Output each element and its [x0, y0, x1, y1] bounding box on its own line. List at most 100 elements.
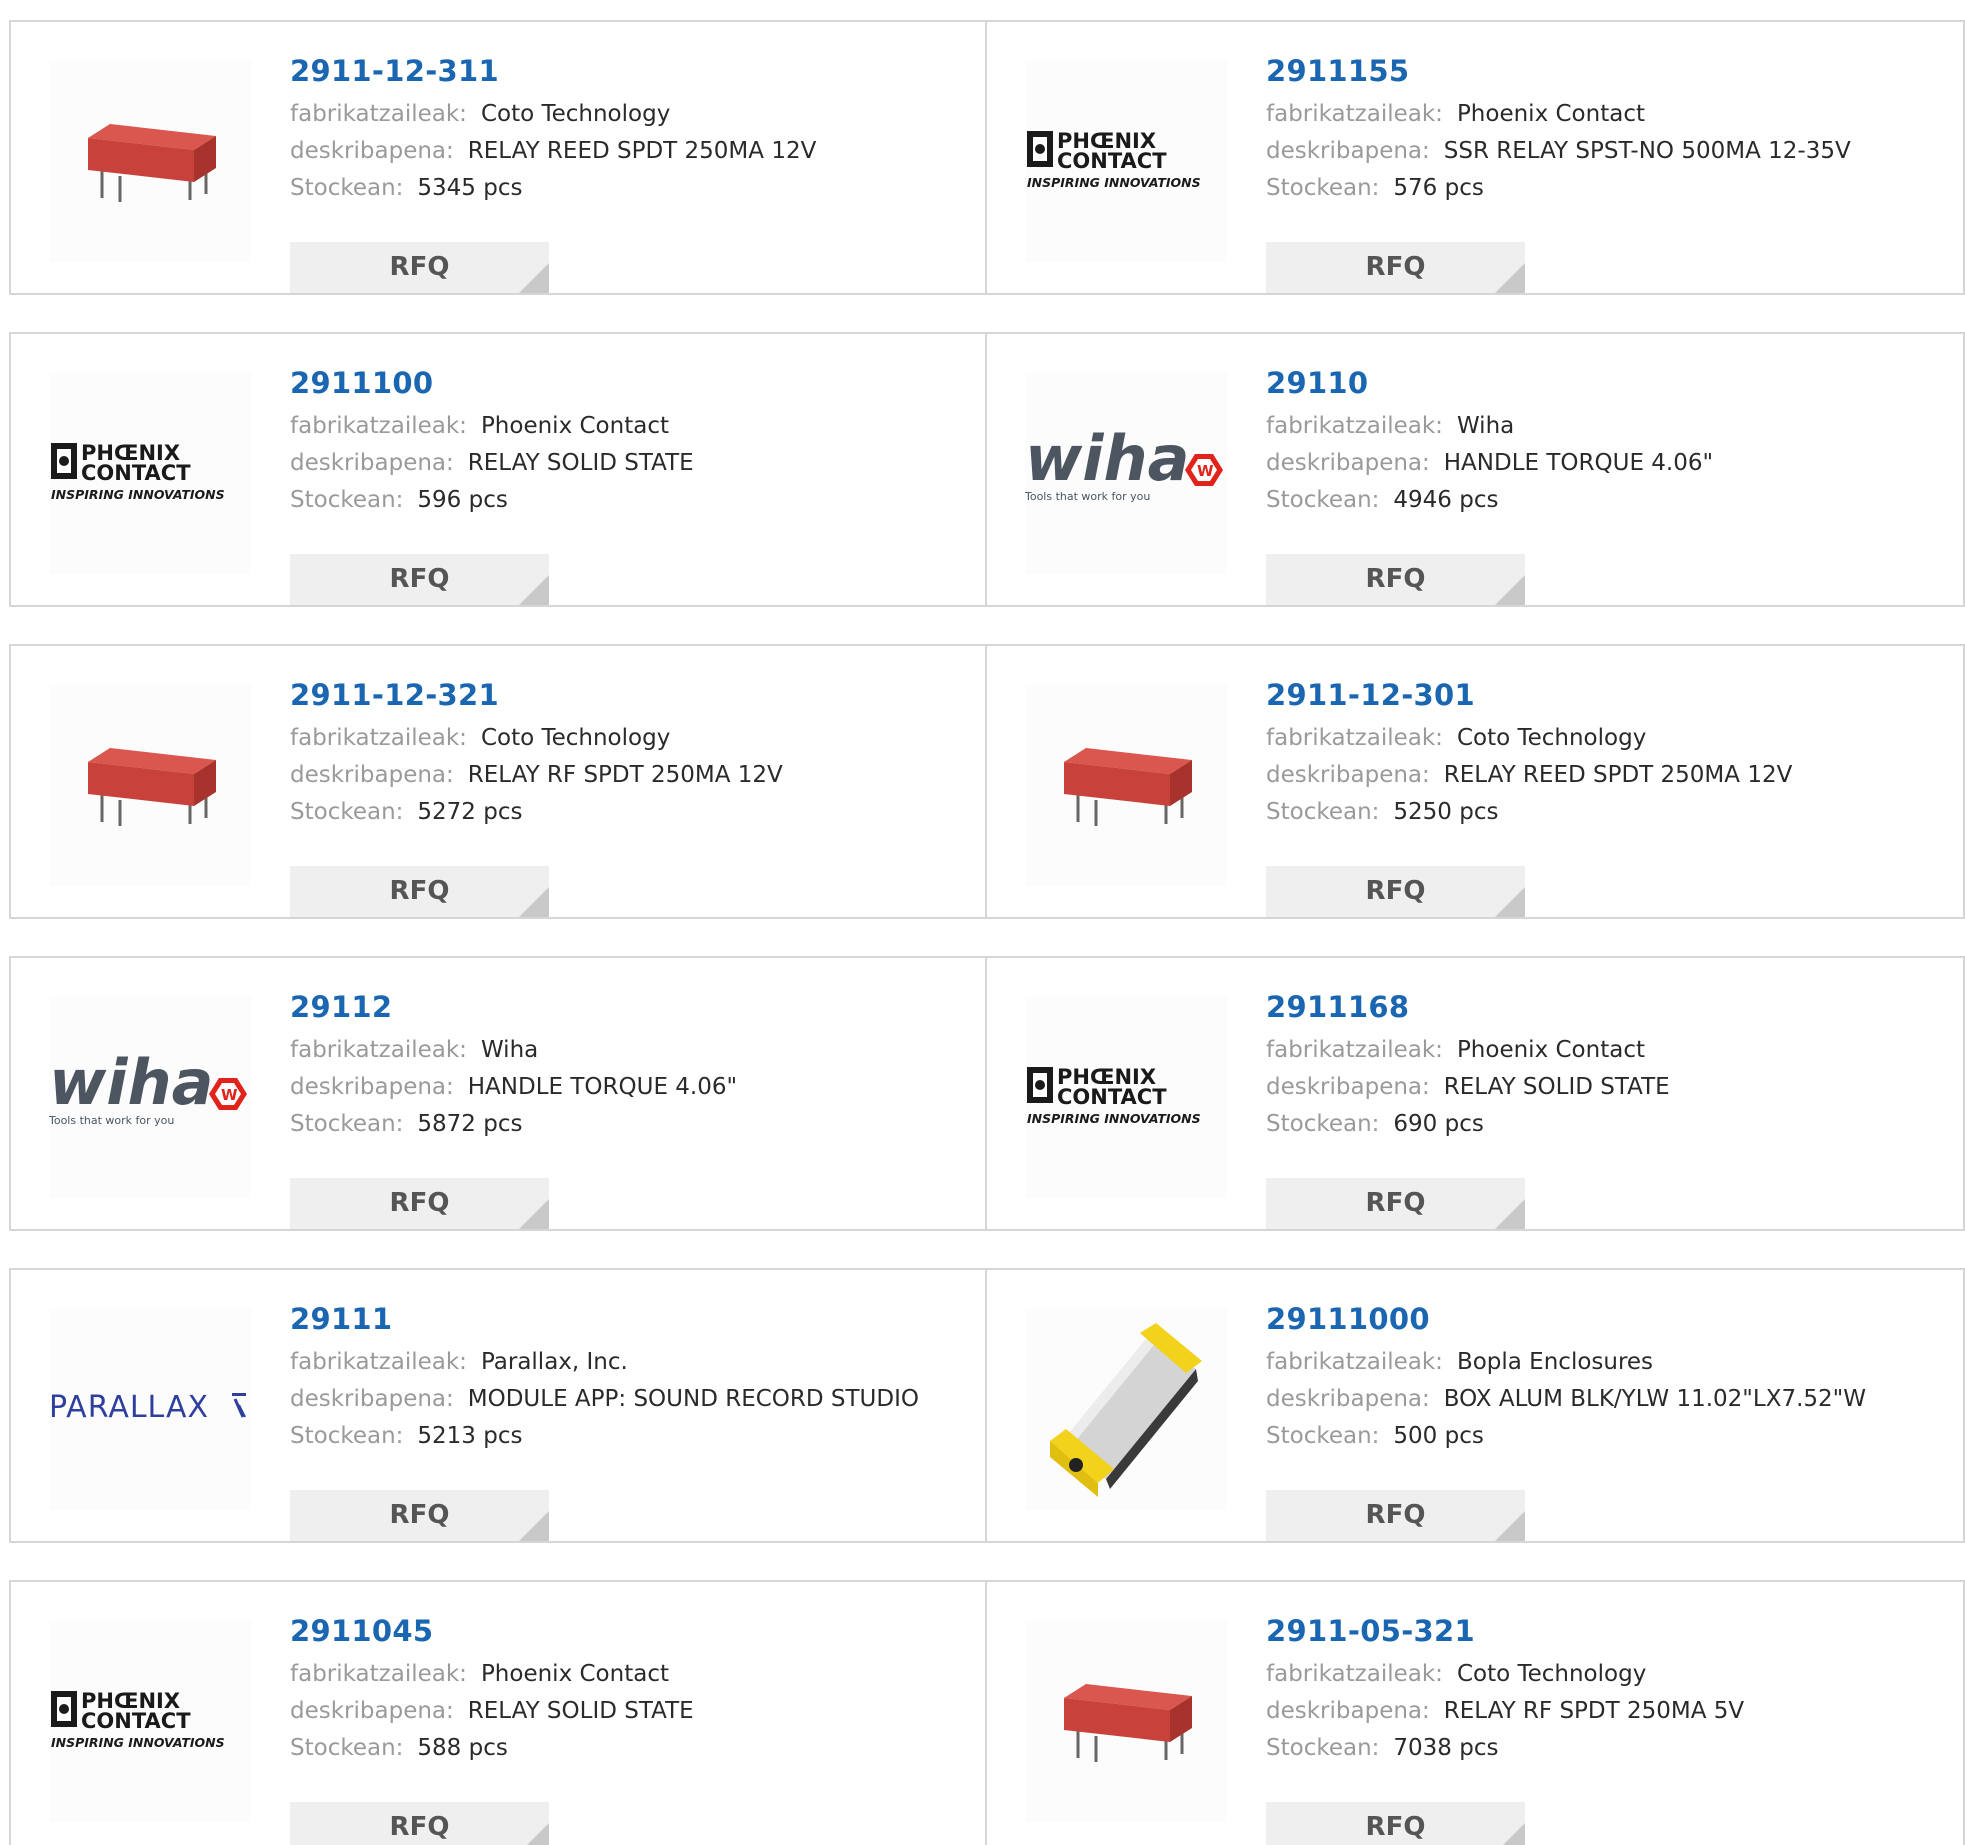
description-label: deskribapena: — [1266, 1074, 1430, 1100]
part-number-link[interactable]: 2911-12-321 — [290, 676, 965, 714]
svg-text:INSPIRING INNOVATIONS: INSPIRING INNOVATIONS — [51, 1735, 225, 1750]
rfq-label: RFQ — [1365, 564, 1426, 594]
parallax-logo[interactable]: PARALLAX — [49, 1308, 251, 1510]
stock-value: 5872 pcs — [417, 1111, 523, 1137]
product-grid: 2911-12-311 fabrikatzaileak: Coto Technol… — [0, 0, 1965, 1845]
product-card: PHŒNIX CONTACT INSPIRING INNOVATIONS 291… — [9, 1580, 987, 1845]
corner-triangle-icon — [519, 1511, 549, 1541]
corner-triangle-icon — [519, 1199, 549, 1229]
rfq-label: RFQ — [389, 1812, 450, 1842]
part-number-link[interactable]: 2911155 — [1266, 52, 1943, 90]
svg-text:wiha: wiha — [1025, 428, 1190, 495]
stock-label: Stockean: — [1266, 1423, 1380, 1449]
manufacturer-row: fabrikatzaileak: Wiha — [290, 1032, 965, 1069]
manufacturer-row: fabrikatzaileak: Bopla Enclosures — [1266, 1344, 1943, 1381]
manufacturer-label: fabrikatzaileak: — [1266, 1349, 1443, 1375]
manufacturer-value: Wiha — [1456, 413, 1515, 439]
manufacturer-value: Coto Technology — [1456, 1661, 1647, 1687]
description-label: deskribapena: — [1266, 1386, 1430, 1412]
manufacturer-label: fabrikatzaileak: — [290, 1349, 467, 1375]
stock-value: 4946 pcs — [1393, 487, 1499, 513]
manufacturer-value: Phoenix Contact — [1456, 1037, 1645, 1063]
manufacturer-row: fabrikatzaileak: Phoenix Contact — [1266, 1032, 1943, 1069]
reed-relay-image[interactable] — [1025, 684, 1227, 886]
description-value: MODULE APP: SOUND RECORD STUDIO — [467, 1386, 919, 1412]
phoenix-contact-logo[interactable]: PHŒNIX CONTACT INSPIRING INNOVATIONS — [1025, 60, 1227, 262]
stock-label: Stockean: — [290, 1111, 404, 1137]
corner-triangle-icon — [1495, 1511, 1525, 1541]
phoenix-contact-logo[interactable]: PHŒNIX CONTACT INSPIRING INNOVATIONS — [49, 1620, 251, 1822]
rfq-button[interactable]: RFQ — [1266, 554, 1525, 605]
description-value: RELAY REED SPDT 250MA 12V — [1443, 762, 1793, 788]
description-value: HANDLE TORQUE 4.06" — [1443, 450, 1714, 476]
stock-value: 7038 pcs — [1393, 1735, 1499, 1761]
phoenix-contact-logo[interactable]: PHŒNIX CONTACT INSPIRING INNOVATIONS — [49, 372, 251, 574]
product-row: PHŒNIX CONTACT INSPIRING INNOVATIONS 291… — [9, 1580, 1965, 1845]
rfq-button[interactable]: RFQ — [290, 242, 549, 293]
rfq-button[interactable]: RFQ — [290, 1490, 549, 1541]
part-number-link[interactable]: 29110 — [1266, 364, 1943, 402]
part-number-link[interactable]: 2911-12-301 — [1266, 676, 1943, 714]
stock-value: 5345 pcs — [417, 175, 523, 201]
part-number-link[interactable]: 29111000 — [1266, 1300, 1943, 1338]
rfq-button[interactable]: RFQ — [1266, 1178, 1525, 1229]
stock-value: 596 pcs — [417, 487, 508, 513]
corner-triangle-icon — [519, 1823, 549, 1845]
svg-text:CONTACT: CONTACT — [1057, 149, 1167, 173]
part-number-link[interactable]: 29111 — [290, 1300, 965, 1338]
description-row: deskribapena: MODULE APP: SOUND RECORD ST… — [290, 1381, 965, 1418]
corner-triangle-icon — [519, 575, 549, 605]
reed-relay-image[interactable] — [49, 684, 251, 886]
stock-value: 576 pcs — [1393, 175, 1484, 201]
rfq-label: RFQ — [389, 1500, 450, 1530]
wiha-logo[interactable]: wiha W Tools that work for you — [49, 996, 251, 1198]
stock-value: 5272 pcs — [417, 799, 523, 825]
corner-triangle-icon — [1495, 263, 1525, 293]
phoenix-contact-logo[interactable]: PHŒNIX CONTACT INSPIRING INNOVATIONS — [1025, 996, 1227, 1198]
stock-label: Stockean: — [290, 175, 404, 201]
description-value: RELAY SOLID STATE — [467, 1698, 694, 1724]
description-row: deskribapena: RELAY REED SPDT 250MA 12V — [290, 133, 965, 170]
part-number-link[interactable]: 2911-05-321 — [1266, 1612, 1943, 1650]
stock-label: Stockean: — [290, 1735, 404, 1761]
rfq-button[interactable]: RFQ — [290, 1178, 549, 1229]
rfq-button[interactable]: RFQ — [290, 554, 549, 605]
svg-text:CONTACT: CONTACT — [81, 1709, 191, 1733]
rfq-label: RFQ — [389, 564, 450, 594]
aluminum-enclosure-image[interactable] — [1025, 1308, 1227, 1510]
stock-row: Stockean: 5213 pcs — [290, 1418, 965, 1455]
product-info: 29112 fabrikatzaileak: Wiha deskribapena:… — [290, 988, 965, 1229]
manufacturer-row: fabrikatzaileak: Coto Technology — [290, 720, 965, 757]
svg-text:CONTACT: CONTACT — [1057, 1085, 1167, 1109]
manufacturer-value: Coto Technology — [480, 101, 671, 127]
part-number-link[interactable]: 2911045 — [290, 1612, 965, 1650]
description-label: deskribapena: — [290, 762, 454, 788]
rfq-button[interactable]: RFQ — [1266, 866, 1525, 917]
product-card: PHŒNIX CONTACT INSPIRING INNOVATIONS 291… — [987, 956, 1965, 1231]
part-number-link[interactable]: 2911168 — [1266, 988, 1943, 1026]
part-number-link[interactable]: 2911100 — [290, 364, 965, 402]
product-row: PHŒNIX CONTACT INSPIRING INNOVATIONS 291… — [9, 332, 1965, 607]
stock-value: 690 pcs — [1393, 1111, 1484, 1137]
reed-relay-image[interactable] — [1025, 1620, 1227, 1822]
rfq-button[interactable]: RFQ — [1266, 1490, 1525, 1541]
rfq-button[interactable]: RFQ — [290, 866, 549, 917]
description-label: deskribapena: — [1266, 762, 1430, 788]
stock-row: Stockean: 500 pcs — [1266, 1418, 1943, 1455]
manufacturer-label: fabrikatzaileak: — [290, 101, 467, 127]
description-label: deskribapena: — [290, 1698, 454, 1724]
manufacturer-row: fabrikatzaileak: Coto Technology — [290, 96, 965, 133]
rfq-button[interactable]: RFQ — [290, 1802, 549, 1845]
product-info: 29110 fabrikatzaileak: Wiha deskribapena:… — [1266, 364, 1943, 605]
description-value: RELAY REED SPDT 250MA 12V — [467, 138, 817, 164]
rfq-button[interactable]: RFQ — [1266, 1802, 1525, 1845]
part-number-link[interactable]: 29112 — [290, 988, 965, 1026]
description-value: RELAY SOLID STATE — [1443, 1074, 1670, 1100]
svg-text:INSPIRING INNOVATIONS: INSPIRING INNOVATIONS — [1027, 175, 1201, 190]
wiha-logo[interactable]: wiha W Tools that work for you — [1025, 372, 1227, 574]
rfq-button[interactable]: RFQ — [1266, 242, 1525, 293]
part-number-link[interactable]: 2911-12-311 — [290, 52, 965, 90]
product-info: 29111 fabrikatzaileak: Parallax, Inc. des… — [290, 1300, 965, 1541]
reed-relay-image[interactable] — [49, 60, 251, 262]
product-card: 2911-05-321 fabrikatzaileak: Coto Technol… — [987, 1580, 1965, 1845]
